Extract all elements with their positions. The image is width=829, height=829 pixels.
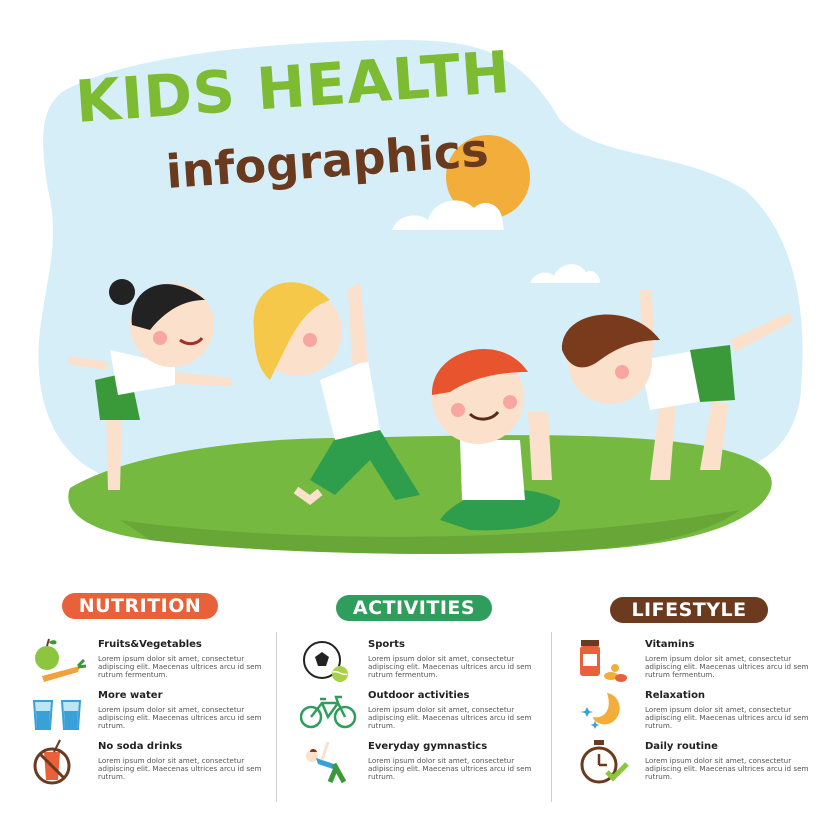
lifestyle-column: Vitamins Lorem ipsum dolor sit amet, con… xyxy=(577,636,827,789)
list-item: Vitamins Lorem ipsum dolor sit amet, con… xyxy=(577,636,827,687)
water-glasses-icon xyxy=(30,687,88,735)
stopwatch-check-icon xyxy=(577,738,635,786)
list-item: Relaxation Lorem ipsum dolor sit amet, c… xyxy=(577,687,827,738)
item-description: Lorem ipsum dolor sit amet, consectetur … xyxy=(645,705,809,730)
list-item: No soda drinks Lorem ipsum dolor sit ame… xyxy=(30,738,280,789)
item-description: Lorem ipsum dolor sit amet, consectetur … xyxy=(98,756,262,781)
item-description: Lorem ipsum dolor sit amet, consectetur … xyxy=(368,756,532,781)
item-description: Lorem ipsum dolor sit amet, consectetur … xyxy=(368,654,532,679)
list-item: Fruits&Vegetables Lorem ipsum dolor sit … xyxy=(30,636,280,687)
gymnastics-icon xyxy=(300,738,358,786)
fruits-vegetables-icon xyxy=(30,636,88,684)
activities-column: Sports Lorem ipsum dolor sit amet, conse… xyxy=(299,636,550,789)
section-label-activities: ACTIVITIES xyxy=(336,595,492,621)
item-title: No soda drinks xyxy=(98,741,183,752)
item-title: Outdoor activities xyxy=(368,690,470,701)
nutrition-column: Fruits&Vegetables Lorem ipsum dolor sit … xyxy=(30,636,280,789)
list-item: Outdoor activities Lorem ipsum dolor sit… xyxy=(299,687,550,738)
no-soda-icon xyxy=(30,738,88,786)
list-item: Everyday gymnastics Lorem ipsum dolor si… xyxy=(300,738,550,789)
item-description: Lorem ipsum dolor sit amet, consectetur … xyxy=(645,756,809,781)
item-title: Daily routine xyxy=(645,741,718,752)
item-title: More water xyxy=(98,690,163,701)
sports-balls-icon xyxy=(300,636,358,684)
moon-stars-icon xyxy=(577,687,635,735)
column-divider xyxy=(551,632,552,802)
bicycle-icon xyxy=(299,687,358,735)
item-description: Lorem ipsum dolor sit amet, consectetur … xyxy=(368,705,532,730)
item-description: Lorem ipsum dolor sit amet, consectetur … xyxy=(98,654,262,679)
list-item: Sports Lorem ipsum dolor sit amet, conse… xyxy=(300,636,550,687)
item-title: Sports xyxy=(368,639,405,650)
item-description: Lorem ipsum dolor sit amet, consectetur … xyxy=(645,654,809,679)
item-description: Lorem ipsum dolor sit amet, consectetur … xyxy=(98,705,262,730)
list-item: Daily routine Lorem ipsum dolor sit amet… xyxy=(577,738,827,789)
list-item: More water Lorem ipsum dolor sit amet, c… xyxy=(30,687,280,738)
item-title: Everyday gymnastics xyxy=(368,741,488,752)
item-title: Relaxation xyxy=(645,690,706,701)
item-title: Vitamins xyxy=(645,639,695,650)
item-title: Fruits&Vegetables xyxy=(98,639,202,650)
section-label-lifestyle: LIFESTYLE xyxy=(610,597,768,623)
section-label-nutrition: NUTRITION xyxy=(62,593,218,619)
vitamins-icon xyxy=(577,636,635,684)
